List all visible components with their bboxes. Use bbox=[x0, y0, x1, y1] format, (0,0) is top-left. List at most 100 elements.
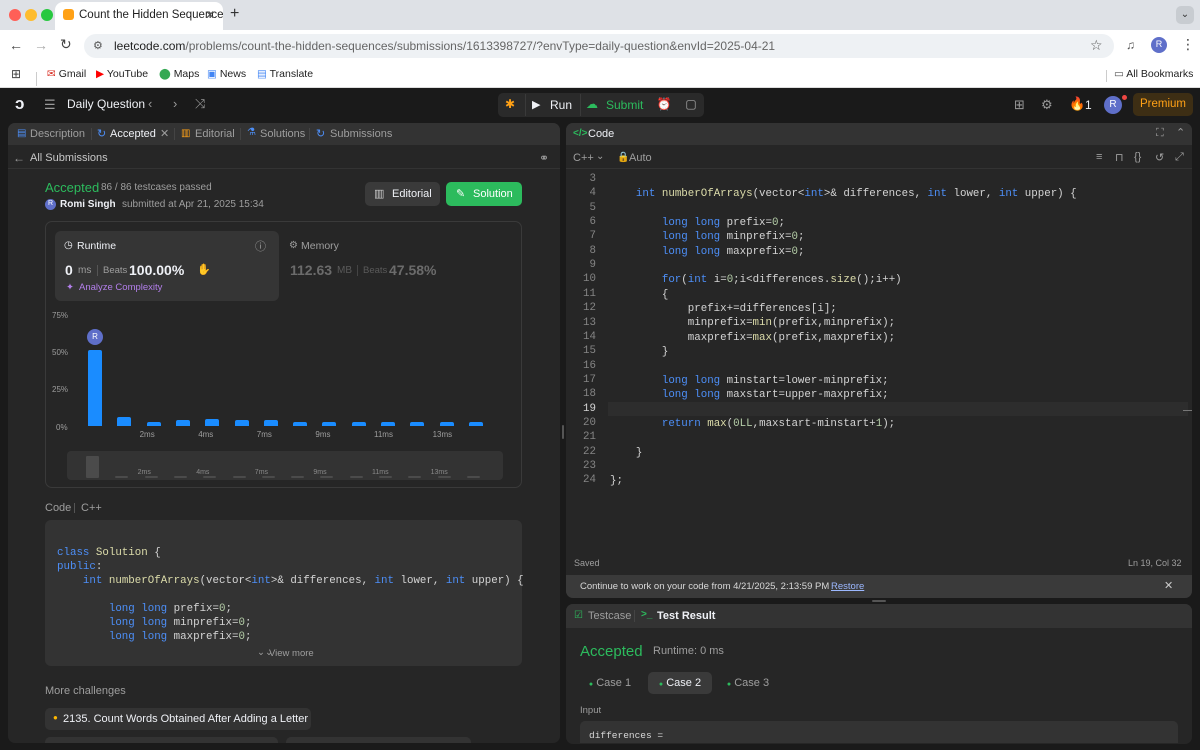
tab-test-result[interactable]: Test Result bbox=[657, 610, 715, 622]
timer-icon[interactable]: ⏰ bbox=[653, 93, 675, 117]
view-more-link[interactable]: View more bbox=[269, 648, 314, 659]
user-avatar[interactable]: R bbox=[1104, 96, 1122, 114]
minimize-window-button[interactable] bbox=[25, 9, 37, 21]
chart-range-navigator[interactable]: 2ms 4ms 7ms 9ms 11ms 13ms bbox=[67, 451, 503, 480]
bookmark-news[interactable]: ▣ News bbox=[207, 68, 246, 80]
chart-bar[interactable] bbox=[439, 421, 454, 426]
next-problem-icon[interactable]: › bbox=[173, 97, 177, 111]
url-field[interactable]: ⚙ leetcode.com/problems/count-the-hidden… bbox=[84, 34, 1114, 58]
chart-bar[interactable] bbox=[293, 421, 308, 426]
runtime-distribution-chart[interactable]: 75% 50% 25% 0% R 2ms 4ms 7ms 9ms 11ms 13ms bbox=[46, 310, 523, 442]
horizontal-resize-handle[interactable] bbox=[872, 600, 886, 602]
site-info-icon[interactable]: ⚙ bbox=[93, 39, 103, 52]
share-link-icon[interactable]: ⚭ bbox=[539, 151, 549, 165]
bookmark-maps[interactable]: ⬤ Maps bbox=[159, 68, 199, 80]
close-accepted-tab-icon[interactable]: ✕ bbox=[160, 127, 169, 140]
chart-bar[interactable] bbox=[468, 421, 483, 426]
vertical-resize-handle[interactable] bbox=[562, 425, 564, 439]
chart-bar[interactable] bbox=[234, 420, 249, 426]
testcases-passed: 86 / 86 testcases passed bbox=[101, 182, 212, 193]
case-3-tab[interactable]: ● Case 3 bbox=[718, 672, 778, 694]
maximize-window-button[interactable] bbox=[41, 9, 53, 21]
challenge-item[interactable]: ● 2135. Count Words Obtained After Addin… bbox=[45, 708, 311, 730]
close-banner-icon[interactable]: ✕ bbox=[1164, 579, 1173, 592]
code-line: } bbox=[610, 446, 643, 459]
tab-title: Count the Hidden Sequences bbox=[79, 9, 223, 21]
reload-icon[interactable]: ↻ bbox=[60, 36, 72, 53]
tab-submissions[interactable]: Submissions bbox=[330, 128, 392, 140]
tab-editorial[interactable]: Editorial bbox=[195, 128, 235, 140]
prev-problem-icon[interactable]: ‹ bbox=[148, 97, 152, 111]
notes-icon[interactable]: ▢ bbox=[680, 93, 702, 117]
chart-bar[interactable] bbox=[322, 421, 337, 426]
challenge-title: 2135. Count Words Obtained After Adding … bbox=[63, 713, 309, 725]
tab-solutions[interactable]: Solutions bbox=[260, 128, 305, 140]
bookmark-youtube[interactable]: ▶ YouTube bbox=[96, 68, 148, 80]
profile-avatar[interactable]: R bbox=[1151, 37, 1167, 53]
leetcode-logo-icon[interactable]: ↄ bbox=[15, 95, 31, 113]
chart-bar[interactable] bbox=[263, 420, 278, 426]
restore-link[interactable]: Restore bbox=[831, 581, 864, 592]
close-tab-icon[interactable]: ✕ bbox=[205, 8, 215, 22]
streak-count[interactable]: 1 bbox=[1085, 98, 1092, 112]
media-control-icon[interactable]: ♫ bbox=[1126, 38, 1135, 52]
tab-description[interactable]: Description bbox=[30, 128, 85, 140]
chart-bar[interactable] bbox=[410, 421, 425, 426]
all-bookmarks[interactable]: ▭ All Bookmarks bbox=[1114, 68, 1193, 80]
chart-bar[interactable] bbox=[88, 349, 102, 426]
all-submissions-link[interactable]: All Submissions bbox=[30, 152, 108, 164]
editor-mode[interactable]: Auto bbox=[629, 152, 652, 164]
bookmark-icon[interactable]: ⊓ bbox=[1115, 151, 1124, 164]
challenge-item[interactable] bbox=[286, 737, 471, 743]
editorial-button[interactable]: ▥ Editorial bbox=[365, 182, 440, 206]
line-number: 13 bbox=[583, 316, 596, 329]
apps-grid-icon[interactable]: ⊞ bbox=[11, 67, 21, 81]
info-icon[interactable]: ⓘ bbox=[255, 238, 266, 254]
submitter-name[interactable]: Romi Singh bbox=[60, 199, 116, 210]
chart-bar[interactable] bbox=[117, 417, 132, 426]
upload-icon: ☁ bbox=[586, 97, 598, 111]
editor-code[interactable]: int numberOfArrays(vector<int>& differen… bbox=[610, 173, 1077, 532]
run-button[interactable]: Run bbox=[550, 98, 572, 112]
debug-icon[interactable]: ✱ bbox=[505, 97, 515, 111]
tab-accepted[interactable]: Accepted bbox=[110, 128, 156, 140]
daily-question-title[interactable]: Daily Question bbox=[67, 97, 145, 111]
analyze-complexity-link[interactable]: Analyze Complexity bbox=[79, 282, 162, 293]
bookmark-translate[interactable]: ▤ Translate bbox=[257, 68, 313, 80]
chart-bar[interactable] bbox=[381, 421, 395, 426]
browser-tab[interactable]: Count the Hidden Sequences ✕ bbox=[55, 2, 223, 30]
bookmark-gmail[interactable]: ✉ Gmail bbox=[47, 68, 86, 80]
submit-button[interactable]: Submit bbox=[606, 98, 643, 112]
case-2-tab[interactable]: ● Case 2 bbox=[648, 672, 712, 694]
back-icon[interactable]: ← bbox=[9, 37, 23, 53]
expand-icon[interactable]: ⤢ bbox=[1175, 151, 1184, 164]
back-arrow-icon[interactable]: ← bbox=[13, 151, 25, 165]
braces-icon[interactable]: {} bbox=[1134, 151, 1141, 163]
chart-bar[interactable] bbox=[205, 418, 220, 426]
reset-code-icon[interactable]: ↺ bbox=[1155, 151, 1164, 164]
chart-bar[interactable] bbox=[175, 420, 190, 426]
fullscreen-icon[interactable]: ⛶ bbox=[1156, 127, 1164, 140]
tab-search-icon[interactable]: ⌄ bbox=[1176, 6, 1194, 24]
challenge-item[interactable] bbox=[45, 737, 278, 743]
settings-gear-icon[interactable]: ⚙ bbox=[1041, 97, 1053, 113]
bookmark-star-icon[interactable]: ☆ bbox=[1090, 37, 1103, 54]
forward-icon[interactable]: → bbox=[34, 37, 48, 53]
solution-button[interactable]: ✎ Solution bbox=[446, 182, 522, 206]
new-tab-icon[interactable]: + bbox=[230, 5, 239, 23]
close-window-button[interactable] bbox=[9, 9, 21, 21]
problem-list-icon[interactable]: ☰ bbox=[44, 97, 56, 113]
chart-bar[interactable] bbox=[146, 421, 161, 426]
layout-icon[interactable]: ⊞ bbox=[1014, 97, 1025, 113]
browser-menu-icon[interactable]: ⋮ bbox=[1181, 36, 1195, 53]
language-select[interactable]: C++ bbox=[573, 152, 594, 164]
case-1-tab[interactable]: ● Case 1 bbox=[580, 672, 640, 694]
chart-bar[interactable] bbox=[351, 421, 366, 426]
random-problem-icon[interactable]: ⤨ bbox=[195, 97, 205, 111]
format-icon[interactable]: ≡ bbox=[1096, 151, 1102, 163]
runtime-box[interactable]: ◷ Runtime ⓘ 0 ms Beats 100.00% ✋ ✦ Analy… bbox=[55, 231, 279, 301]
tab-testcase[interactable]: Testcase bbox=[588, 610, 631, 622]
premium-button[interactable]: Premium bbox=[1133, 93, 1193, 116]
memory-box[interactable]: ⚙ Memory 112.63 MB Beats 47.58% bbox=[289, 231, 513, 301]
collapse-icon[interactable]: ⌃ bbox=[1176, 126, 1185, 139]
